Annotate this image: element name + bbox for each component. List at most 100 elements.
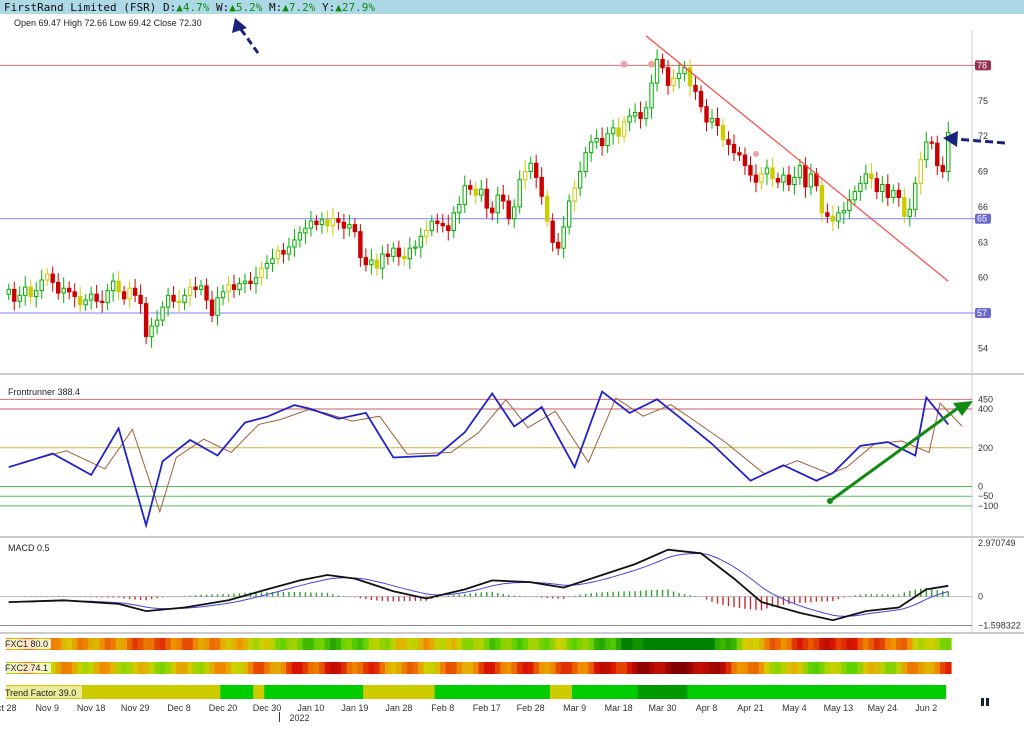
candle-body	[627, 115, 632, 123]
candle-body	[731, 143, 737, 154]
fxc1-cell	[912, 638, 919, 650]
fxc2-cell	[379, 662, 386, 674]
fxc1-cell	[396, 638, 403, 650]
fxc2-cell	[451, 662, 458, 674]
fxc1-cell	[275, 638, 282, 650]
fxc2-cell	[901, 662, 908, 674]
fxc1-cell	[566, 638, 573, 650]
fxc2-cell	[830, 662, 837, 674]
fxc1-cell	[88, 638, 95, 650]
price-tick-label: 66	[978, 202, 988, 212]
candle-body	[61, 287, 66, 294]
fxc1-cell	[494, 638, 502, 650]
fxc1-cell	[527, 638, 535, 650]
fxc1-cell	[736, 638, 743, 650]
candle-body	[479, 188, 484, 196]
trend-factor-segment	[253, 685, 265, 699]
candle-body	[369, 259, 374, 266]
fxc1-cell	[264, 638, 271, 650]
candle-body	[803, 165, 808, 188]
fxc1-cell	[77, 638, 84, 650]
candle-body	[533, 162, 539, 178]
x-axis-tick-label: Dec 30	[253, 703, 282, 713]
fxc1-cell	[582, 638, 589, 650]
x-axis-tick-label: Dec 20	[209, 703, 238, 713]
oscillator-tick-label: −50	[978, 491, 993, 501]
fxc2-cell	[527, 662, 535, 674]
fxc2-cell	[797, 662, 804, 674]
fxc2-cell	[615, 662, 622, 674]
macd-tick-label: 2.970749	[978, 538, 1016, 548]
candle-body	[632, 112, 638, 117]
oscillator-tick-label: 400	[978, 404, 993, 414]
fxc1-cell	[549, 638, 557, 650]
fxc2-cell	[725, 662, 732, 674]
candle-body	[319, 219, 325, 226]
fxc1-cell	[330, 638, 337, 650]
candle-body	[462, 185, 467, 206]
candle-body	[99, 300, 105, 303]
candle-body	[764, 167, 770, 175]
fxc1-cell	[544, 638, 551, 650]
fxc2-cell	[154, 662, 161, 674]
x-axis-tick-label: May 13	[824, 703, 854, 713]
fxc1-cell	[374, 638, 381, 650]
candle-body	[792, 176, 797, 185]
candle-body	[704, 106, 709, 123]
candle-body	[242, 280, 248, 285]
fxc1-cell	[555, 638, 562, 650]
candle-body	[891, 189, 896, 198]
fxc2-cell	[659, 662, 666, 674]
fxc2-cell	[692, 662, 699, 674]
fxc1-cell	[769, 638, 776, 650]
annotation-arrow-line	[954, 137, 1006, 145]
fxc2-cell	[330, 662, 337, 674]
x-axis-tick-label: Nov 9	[35, 703, 59, 713]
x-axis-tick-label: Jan 28	[385, 703, 412, 713]
fxc1-cell	[863, 638, 870, 650]
candle-body	[347, 224, 352, 229]
fxc1-cell	[352, 638, 359, 650]
fxc1-cell	[654, 638, 661, 650]
fxc2-cell	[363, 662, 370, 674]
candle-body	[45, 273, 50, 281]
x-axis-tick-label: Dec 8	[167, 703, 191, 713]
fxc1-cell	[901, 638, 908, 650]
fxc2-cell	[368, 662, 375, 674]
fxc1-cell	[66, 638, 73, 650]
candle-body	[671, 77, 676, 86]
fxc1-cell	[857, 638, 864, 650]
candle-body	[402, 255, 407, 260]
fxc2-cell	[626, 662, 633, 674]
fxc1-cell	[258, 638, 265, 650]
fxc2-cell	[533, 662, 540, 674]
candle-body	[676, 73, 682, 79]
fxc1-cell	[176, 638, 183, 650]
fxc2-cell	[742, 662, 749, 674]
fxc2-cell	[71, 662, 79, 674]
candle-body	[583, 152, 588, 173]
fxc1-cell	[231, 638, 238, 650]
candle-body	[555, 241, 561, 249]
header-text: FirstRand Limited (FSR) D:▲4.7% W:▲5.2% …	[4, 1, 375, 14]
fxc2-cell	[791, 662, 798, 674]
fxc1-cell	[703, 638, 710, 650]
x-axis-tick-label: Mar 30	[649, 703, 677, 713]
fxc1-cell	[692, 638, 699, 650]
candle-body	[149, 325, 154, 338]
candle-body	[303, 227, 308, 234]
fxc2-cell	[879, 662, 886, 674]
fxc2-cell	[170, 662, 177, 674]
candle-body	[566, 200, 572, 228]
annotation-arrow-line	[829, 406, 959, 503]
toolbar-icon	[986, 698, 989, 706]
trend-factor-segment	[363, 685, 436, 699]
candle-body	[451, 212, 456, 231]
fxc1-cell	[731, 638, 738, 650]
candle-body	[913, 182, 918, 210]
fxc2-cell	[192, 662, 199, 674]
fxc2-cell	[923, 662, 930, 674]
fxc1-cell	[670, 638, 677, 650]
candle-body	[385, 253, 391, 257]
candle-body	[852, 191, 858, 201]
